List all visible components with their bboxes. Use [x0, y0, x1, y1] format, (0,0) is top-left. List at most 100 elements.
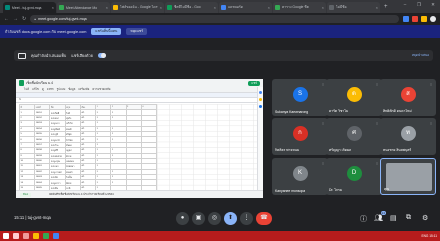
sheet-menu-item[interactable]: ดู: [42, 87, 44, 92]
captions-icon[interactable]: ◎: [208, 212, 221, 225]
app-icon[interactable]: [53, 233, 59, 239]
shared-screen: เช็คชื่อนักเรียน ม.4 แชร์ ไฟล์ แก้ไข ดู แทร…: [16, 79, 263, 198]
host-controls-icon[interactable]: ⚙: [422, 214, 428, 222]
tab-close-icon[interactable]: ×: [52, 5, 54, 10]
avatar: K: [292, 166, 308, 181]
sheet-menu-item[interactable]: แก้ไข: [32, 87, 39, 92]
browser-tab[interactable]: Meet Attendance Mo ×: [57, 2, 110, 13]
presentation-header: คุณกำลังนำเสนอแท็บ แชร์เสียงด้วย หยุดนำเ…: [14, 50, 433, 61]
sheet-tab[interactable]: ชีต1: [20, 192, 31, 197]
sharing-status-text: กำลังแชร์ docs.google.com กับ meet.googl…: [5, 29, 87, 34]
sheet-menu-item[interactable]: ไฟล์: [24, 87, 29, 92]
self-video-tile[interactable]: คุณ: [380, 158, 436, 195]
info-icon[interactable]: ⓘ: [360, 214, 367, 224]
tab-close-icon[interactable]: ×: [214, 5, 216, 10]
more-icon[interactable]: ⋮: [240, 212, 253, 225]
browser-tab[interactable]: Meet - tuj-gvnt-mqa ×: [3, 2, 56, 13]
close-window-button[interactable]: ✕: [426, 0, 440, 10]
tab-close-icon[interactable]: ×: [160, 5, 162, 10]
participant-tile[interactable]: ท ⋮ ทนงชาย สินลพบุศร์: [380, 118, 436, 155]
people-icon[interactable]: 👥︎ 14: [374, 211, 386, 222]
sheet-share-button[interactable]: แชร์: [248, 80, 260, 86]
sheet-menu-item[interactable]: เครื่องมือ: [78, 87, 89, 92]
calendar-icon[interactable]: [259, 91, 262, 94]
tab-title: ไม่มีชื่อ: [336, 5, 347, 9]
stop-sharing-button[interactable]: หยุดแชร์: [126, 28, 148, 35]
participant-name: สิทธิศักดิ์ ดนดาโหม่: [383, 109, 412, 113]
profile-avatar[interactable]: [430, 16, 436, 22]
chat-icon[interactable]: ▤: [390, 214, 397, 222]
sheet-title-bar: เช็คชื่อนักเรียน ม.4 แชร์: [16, 79, 263, 87]
sheet-menu-item[interactable]: รูปแบบ: [57, 87, 66, 92]
back-icon[interactable]: ←: [4, 16, 9, 22]
participant-tile[interactable]: ก ⋮ กิตติธร พาจหนม: [272, 118, 328, 155]
new-tab-button[interactable]: +: [384, 2, 388, 13]
tab-favicon-icon: [329, 5, 334, 10]
keep-icon[interactable]: [259, 98, 262, 101]
sheet-menu-item[interactable]: แทรก: [47, 87, 54, 92]
browser-tab[interactable]: ไฟล์ของฉัน - Google ไดรฟ์ ×: [111, 2, 164, 13]
share-this-tab-button[interactable]: แชร์แท็บนี้แทน: [91, 28, 122, 35]
tasks-icon[interactable]: [259, 105, 262, 108]
chrome-icon[interactable]: [43, 233, 49, 239]
sheet-doc-name[interactable]: เช็คชื่อนักเรียน ม.4: [26, 81, 53, 86]
minimize-button[interactable]: –: [398, 0, 412, 10]
maximize-button[interactable]: ❐: [412, 0, 426, 10]
participant-tile[interactable]: ส ⋮ สิทธิศักดิ์ ดนดาโหม่: [380, 79, 436, 116]
extension-icons: [403, 16, 436, 22]
participant-name: คุณ: [384, 187, 390, 191]
tab-favicon-icon: [275, 5, 280, 10]
formula-bar[interactable]: fx: [16, 98, 263, 103]
people-count-badge: 14: [380, 211, 386, 215]
participant-tile[interactable]: K ⋮ Kanyanee monsopa: [272, 158, 328, 195]
tab-title: แดชบอร์ด: [228, 5, 243, 9]
extension-icon[interactable]: [403, 16, 409, 22]
browser-tab[interactable]: ชีตที่ไม่มีชื่อ - Goo ×: [165, 2, 218, 13]
browser-tab[interactable]: แดชบอร์ด ×: [219, 2, 272, 13]
sheet-grid: ที่ เลขที่ ชื่อ สกุล ห้อง 1 2 3 4 1 10451 ด.ช.กิตติ…: [18, 103, 158, 192]
tab-close-icon[interactable]: ×: [106, 5, 108, 10]
explorer-icon[interactable]: [33, 233, 39, 239]
browser-tab[interactable]: ไม่มีชื่อ ×: [327, 2, 380, 13]
tab-title: Meet - tuj-gvnt-mqa: [12, 5, 42, 10]
avatar: D: [346, 166, 362, 181]
avatar: ด: [346, 87, 362, 102]
search-icon[interactable]: [13, 233, 19, 239]
extension-icon[interactable]: [421, 16, 427, 22]
self-camera-preview: [386, 163, 432, 191]
tab-close-icon[interactable]: ×: [322, 5, 324, 10]
muted-mic-icon: ⋮: [321, 161, 325, 165]
meet-control-bar: 15:11 | tuj-gvnt-mqa ● ▣ ◎ ⬆ ⋮ ☎ ⓘ 👥︎ 14 …: [0, 205, 440, 231]
address-bar-row: ← → ↻ 🔒︎ meet.google.com/tuj-gvnt-mqa: [0, 13, 440, 25]
mic-icon[interactable]: ●: [176, 212, 189, 225]
extension-icon[interactable]: [412, 16, 418, 22]
forward-icon[interactable]: →: [13, 16, 18, 22]
meeting-details: 15:11 | tuj-gvnt-mqa: [14, 215, 51, 220]
participant-tile[interactable]: S ⋮ Sukanya Kaewnarong: [272, 79, 328, 116]
omnibox[interactable]: 🔒︎ meet.google.com/tuj-gvnt-mqa: [30, 15, 399, 23]
reload-icon[interactable]: ↻: [22, 16, 26, 22]
participant-name: ทนงชาย สินลพบุศร์: [383, 148, 412, 152]
participant-tile[interactable]: ด ⋮ ดารัต วิชาโม: [326, 79, 382, 116]
browser-tab[interactable]: ตาราง Google ชีต ×: [273, 2, 326, 13]
tab-close-icon[interactable]: ×: [376, 5, 378, 10]
url-text: meet.google.com/tuj-gvnt-mqa: [38, 17, 87, 21]
tab-close-icon[interactable]: ×: [268, 5, 270, 10]
tab-favicon-icon: [221, 5, 226, 10]
muted-mic-icon: ⋮: [375, 82, 379, 86]
participant-name: ดารัต วิชาโม: [329, 109, 349, 113]
muted-mic-icon: ⋮: [429, 82, 433, 86]
sheet-menu-item[interactable]: ข้อมูล: [68, 87, 75, 92]
stop-presenting-link[interactable]: หยุดนำเสนอ: [412, 53, 429, 58]
camera-icon[interactable]: ▣: [192, 212, 205, 225]
participant-tile[interactable]: D ⋮ Dr. ไกรม: [326, 158, 382, 195]
muted-mic-icon: ⋮: [375, 121, 379, 125]
share-audio-toggle[interactable]: [97, 53, 106, 58]
end-call-icon[interactable]: ☎: [256, 212, 272, 225]
activities-icon[interactable]: ⧉: [406, 214, 411, 222]
task-view-icon[interactable]: [23, 233, 29, 239]
sheet-menu-item[interactable]: ความช่วยเหลือ: [92, 87, 110, 92]
participant-tile[interactable]: ศ ⋮ ศรัญญา เกิดผล: [326, 118, 382, 155]
start-button-icon[interactable]: [3, 233, 9, 239]
present-icon[interactable]: ⬆: [224, 212, 237, 225]
